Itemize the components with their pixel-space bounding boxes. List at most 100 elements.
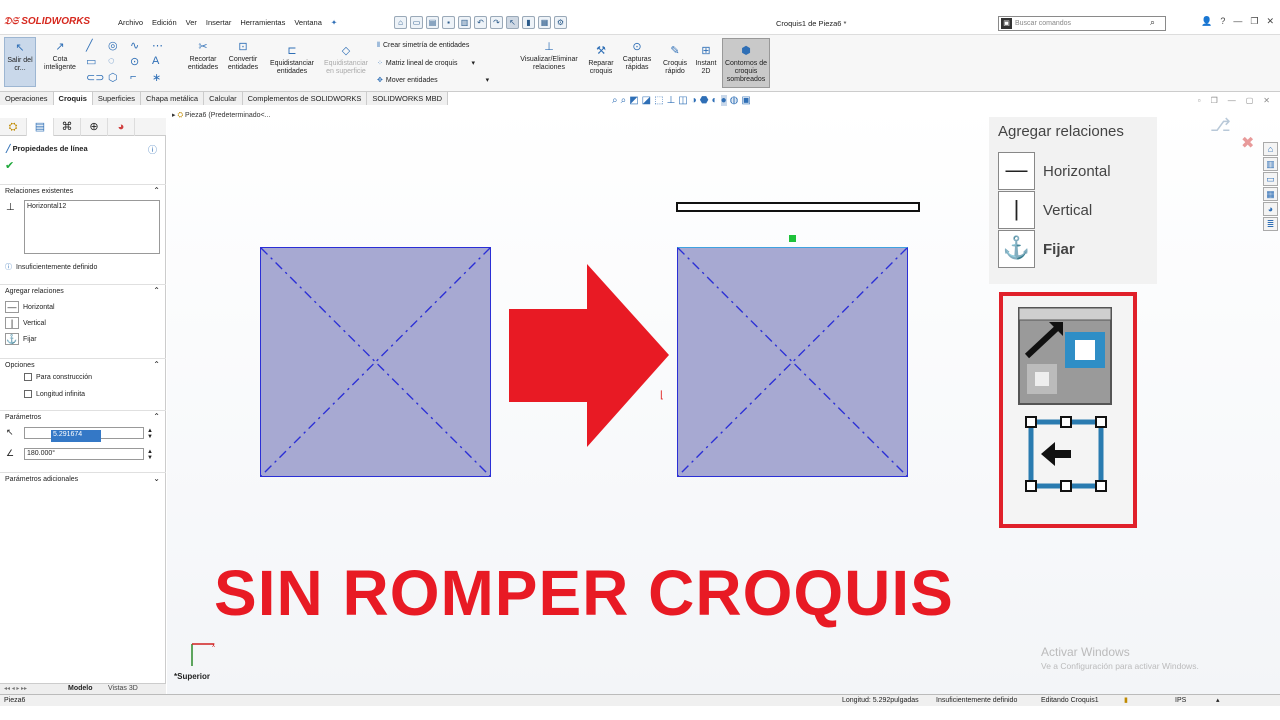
option-construction[interactable]: Para construcción — [24, 373, 92, 381]
infinite-length-checkbox[interactable] — [24, 390, 32, 398]
menu-edicion[interactable]: Edición — [152, 18, 177, 27]
zoom-area-icon[interactable]: ⌕ — [621, 95, 627, 106]
pin-icon[interactable]: ✦ — [331, 18, 337, 27]
circle-icon[interactable]: ◎ — [108, 39, 130, 55]
instant2d-button[interactable]: ⊞ Instant 2D — [692, 44, 720, 76]
previous-view-icon[interactable]: ◩ — [629, 95, 638, 106]
relation-horizontal[interactable]: — Horizontal — [998, 152, 1111, 190]
polygon-icon[interactable]: ⬡ — [108, 71, 130, 87]
realview-icon[interactable]: ● — [720, 95, 727, 106]
hide-show-icon[interactable]: ◫ — [678, 95, 687, 106]
tab-chapa-metalica[interactable]: Chapa metálica — [140, 92, 205, 105]
home-icon[interactable]: ⌂ — [394, 16, 407, 29]
length-value[interactable]: 5.291674 — [51, 430, 101, 442]
add-relation-vertical[interactable]: | Vertical — [5, 317, 46, 329]
status-options-icon[interactable]: ▴ — [1216, 696, 1220, 704]
length-field[interactable]: 5.291674 — [24, 427, 144, 442]
tab-scroll-arrows-icon[interactable]: ◂◂ ◂ ▸ ▸▸ — [4, 685, 27, 692]
offset-surface-button[interactable]: ◇ Equidistanciar en superficie — [320, 44, 372, 76]
slot-icon[interactable]: ⊂⊃ — [86, 71, 108, 87]
tab-mbd[interactable]: SOLIDWORKS MBD — [367, 92, 449, 105]
parameters-section[interactable]: Parámetros ⌃ — [0, 410, 166, 423]
collapse-chevron-icon[interactable]: ⌃ — [153, 360, 160, 369]
collapse-chevron-icon[interactable]: ⌃ — [153, 186, 160, 195]
save-icon[interactable]: ▪ — [442, 16, 455, 29]
viewport-maximize-icon[interactable]: ▢ — [1246, 96, 1254, 105]
move-entities-button[interactable]: ✥ Mover entidades ▾ — [377, 76, 489, 84]
options-section[interactable]: Opciones ⌃ — [0, 358, 166, 371]
tab-vistas-3d[interactable]: Vistas 3D — [108, 685, 138, 692]
spline-icon[interactable]: ∿ — [130, 39, 152, 55]
convert-entities-button[interactable]: ⊡ Convertir entidades — [224, 40, 262, 72]
restore-icon[interactable]: ❐ — [1250, 16, 1258, 27]
display-relations-button[interactable]: ⊥ Visualizar/Eliminar relaciones — [516, 40, 582, 72]
scene-icon[interactable]: ⬣ — [700, 95, 709, 106]
existing-relations-list[interactable]: Horizontal12 — [24, 200, 160, 254]
add-relations-section[interactable]: Agregar relaciones ⌃ — [0, 284, 166, 297]
dimension-input-bar[interactable] — [676, 202, 920, 212]
option-infinite-length[interactable]: Longitud infinita — [24, 390, 85, 398]
dropdown-chevron-icon[interactable]: ▾ — [486, 77, 490, 84]
select-icon[interactable]: ↖ — [506, 16, 519, 29]
shaded-contours-button[interactable]: ⬢ Contornos de croquis sombreados — [722, 38, 770, 88]
zoom-to-fit-icon[interactable]: ⌕ — [612, 95, 618, 106]
text-icon[interactable]: A — [152, 55, 174, 71]
tab-modelo[interactable]: Modelo — [68, 685, 93, 692]
sketch-rectangle-before[interactable] — [260, 247, 491, 477]
additional-parameters-section[interactable]: Parámetros adicionales ⌄ — [0, 472, 166, 485]
configuration-manager-tab-icon[interactable]: ⌘ — [54, 118, 81, 136]
display-style-icon[interactable]: ⊥ — [667, 95, 676, 106]
horizontal-relation-marker[interactable] — [789, 235, 796, 242]
fillet-icon[interactable]: ⌐ — [130, 71, 152, 87]
tab-calcular[interactable]: Calcular — [204, 92, 243, 105]
open-folder-icon[interactable]: ▤ — [426, 16, 439, 29]
confirmation-corner-cancel-icon[interactable]: ✖ — [1241, 133, 1254, 153]
exit-sketch-button[interactable]: ↖ Salir del cr... — [4, 37, 36, 87]
user-icon[interactable]: 👤 — [1201, 16, 1212, 27]
traffic-light-icon[interactable]: ▮ — [522, 16, 535, 29]
viewport-minimize-icon[interactable]: — — [1228, 96, 1236, 105]
close-icon[interactable]: ✕ — [1266, 16, 1274, 27]
display-manager-tab-icon[interactable]: ◕ — [108, 118, 135, 136]
search-mode-icon[interactable]: ▣ — [1001, 18, 1012, 29]
add-relation-fix[interactable]: ⚓ Fijar — [5, 333, 37, 345]
viewport-tile-icon[interactable]: ▫ — [1198, 96, 1201, 105]
quick-snaps-button[interactable]: ⊙ Capturas rápidas — [620, 40, 654, 72]
repair-sketch-button[interactable]: ⚒ Reparar croquis — [585, 44, 617, 76]
length-spinner[interactable]: ▲ ▼ — [147, 428, 153, 440]
angle-field[interactable]: 180.000° — [24, 448, 144, 460]
add-relation-horizontal[interactable]: — Horizontal — [5, 301, 55, 313]
rebuild-indicator-icon[interactable]: ▮ — [1124, 696, 1128, 704]
property-manager-tab-icon[interactable]: ▤ — [27, 118, 54, 136]
status-units[interactable]: IPS — [1175, 697, 1186, 704]
task-pane-library-icon[interactable]: ▥ — [1263, 157, 1278, 171]
construction-checkbox[interactable] — [24, 373, 32, 381]
feature-manager-tab-icon[interactable]: ⛭ — [0, 118, 27, 136]
task-pane-palette-icon[interactable]: ▦ — [1263, 187, 1278, 201]
relation-fix[interactable]: ⚓ Fijar — [998, 230, 1075, 268]
existing-relations-section[interactable]: Relaciones existentes ⌃ — [0, 184, 166, 197]
help-icon[interactable]: ⓘ — [148, 143, 157, 156]
minimize-icon[interactable]: — — [1233, 16, 1242, 27]
view-orientation-icon[interactable]: ⬚ — [654, 95, 663, 106]
undo-icon[interactable]: ↶ — [474, 16, 487, 29]
search-input[interactable]: Buscar comandos — [1015, 20, 1071, 27]
tab-operaciones[interactable]: Operaciones — [0, 92, 54, 105]
search-commands[interactable]: ▣ Buscar comandos ⌕ — [998, 16, 1166, 31]
help-icon[interactable]: ? — [1220, 16, 1225, 27]
feature-tree-flyout[interactable]: ▸ ⛭ Pieza6 (Predeterminado<... — [172, 111, 270, 120]
line-sub-icon[interactable]: ⋯ — [152, 39, 174, 55]
arc-icon[interactable]: ◌ — [108, 55, 130, 71]
menu-insertar[interactable]: Insertar — [206, 18, 231, 27]
search-icon[interactable]: ⌕ — [1150, 17, 1155, 28]
file-properties-icon[interactable]: ▦ — [538, 16, 551, 29]
print-icon[interactable]: ▥ — [458, 16, 471, 29]
tree-root-label[interactable]: Pieza6 (Predeterminado<... — [185, 112, 270, 119]
rapid-sketch-button[interactable]: ✎ Croquis rápido — [659, 44, 691, 76]
section-view-icon[interactable]: ◪ — [642, 95, 651, 106]
tab-croquis[interactable]: Croquis — [53, 92, 93, 105]
dimxpert-tab-icon[interactable]: ⊕ — [81, 118, 108, 136]
viewport-restore-icon[interactable]: ❐ — [1211, 96, 1218, 105]
menu-ver[interactable]: Ver — [186, 18, 197, 27]
mirror-entities-button[interactable]: ⫴ Crear simetría de entidades — [377, 42, 469, 50]
